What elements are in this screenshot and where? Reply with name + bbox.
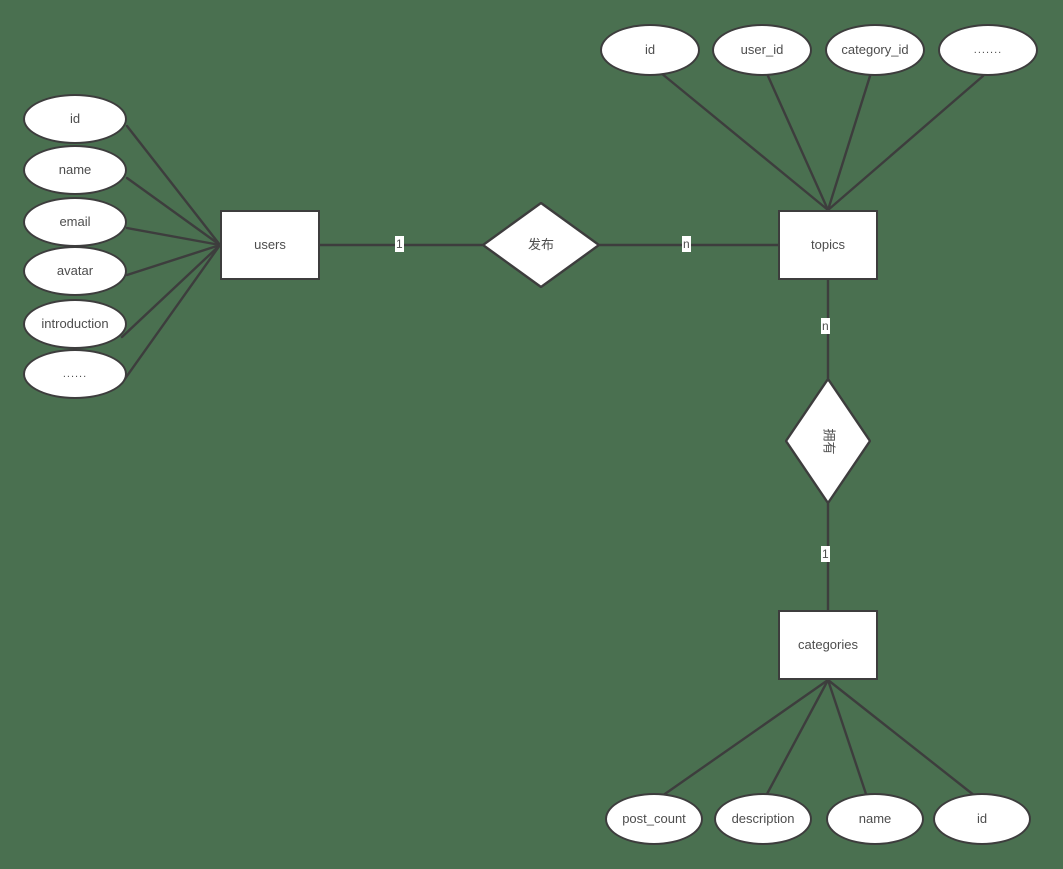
relationship-publish[interactable]: 发布 xyxy=(482,202,600,288)
entity-label-categories: categories xyxy=(798,636,858,652)
entity-users[interactable]: users xyxy=(220,210,320,280)
attribute-categories-id[interactable]: id xyxy=(933,793,1031,845)
connector-line xyxy=(120,243,222,385)
relationship-label-own: 拥有 xyxy=(821,427,837,455)
cardinality-own-categories: 1 xyxy=(821,546,830,562)
attribute-label-categories-name: name xyxy=(858,810,892,826)
attribute-categories-name[interactable]: name xyxy=(826,793,924,845)
attribute-label-categories-description: description xyxy=(731,810,795,826)
connector-line xyxy=(659,71,830,212)
edge-layer xyxy=(120,71,985,798)
attribute-topics-category-id[interactable]: category_id xyxy=(825,24,925,76)
cardinality-users-publish: 1 xyxy=(395,236,404,252)
connector-line xyxy=(125,243,222,277)
attribute-label-categories-id: id xyxy=(976,810,988,826)
attribute-label-categories-post-count: post_count xyxy=(622,810,686,826)
attribute-label-users-id: id xyxy=(69,110,81,126)
cardinality-publish-topics: n xyxy=(682,236,691,252)
connector-line xyxy=(826,74,872,212)
connector-line xyxy=(125,124,222,247)
attribute-label-users-email: email xyxy=(59,213,91,229)
attribute-label-topics-category-id: category_id xyxy=(841,41,909,57)
entity-categories[interactable]: categories xyxy=(778,610,878,680)
attribute-users-more[interactable]: ...... xyxy=(23,349,127,399)
attribute-users-name[interactable]: name xyxy=(23,145,127,195)
connector-line xyxy=(826,678,977,798)
attribute-label-topics-id: id xyxy=(644,41,656,57)
attribute-topics-more[interactable]: ....... xyxy=(938,24,1038,76)
entity-label-topics: topics xyxy=(811,236,845,252)
attribute-label-users-name: name xyxy=(58,161,92,177)
cardinality-topics-own: n xyxy=(821,318,830,334)
connector-line xyxy=(765,678,830,796)
attribute-topics-user-id[interactable]: user_id xyxy=(712,24,812,76)
connector-line xyxy=(125,176,222,247)
attribute-users-avatar[interactable]: avatar xyxy=(23,246,127,296)
attribute-label-users-introduction: introduction xyxy=(41,315,109,331)
attribute-users-email[interactable]: email xyxy=(23,197,127,247)
attribute-users-introduction[interactable]: introduction xyxy=(23,299,127,349)
attribute-label-topics-more: ....... xyxy=(973,43,1003,56)
connector-line xyxy=(826,678,868,796)
entity-label-users: users xyxy=(254,236,286,252)
connector-line xyxy=(826,74,985,212)
relationship-label-publish: 发布 xyxy=(527,236,554,252)
attribute-topics-id[interactable]: id xyxy=(600,24,700,76)
attribute-users-id[interactable]: id xyxy=(23,94,127,144)
er-diagram-canvas: users topics categories id name email avatar in… xyxy=(0,0,1063,869)
connector-line xyxy=(125,226,222,247)
relationship-own[interactable]: 拥有 xyxy=(785,378,871,504)
connector-line xyxy=(120,243,222,339)
attribute-label-users-avatar: avatar xyxy=(56,262,94,278)
connector-line xyxy=(660,678,830,798)
attribute-categories-description[interactable]: description xyxy=(714,793,812,845)
attribute-label-topics-user-id: user_id xyxy=(740,41,784,57)
entity-topics[interactable]: topics xyxy=(778,210,878,280)
attribute-label-users-more: ...... xyxy=(62,367,88,380)
connector-line xyxy=(766,74,830,212)
attribute-categories-post-count[interactable]: post_count xyxy=(605,793,703,845)
